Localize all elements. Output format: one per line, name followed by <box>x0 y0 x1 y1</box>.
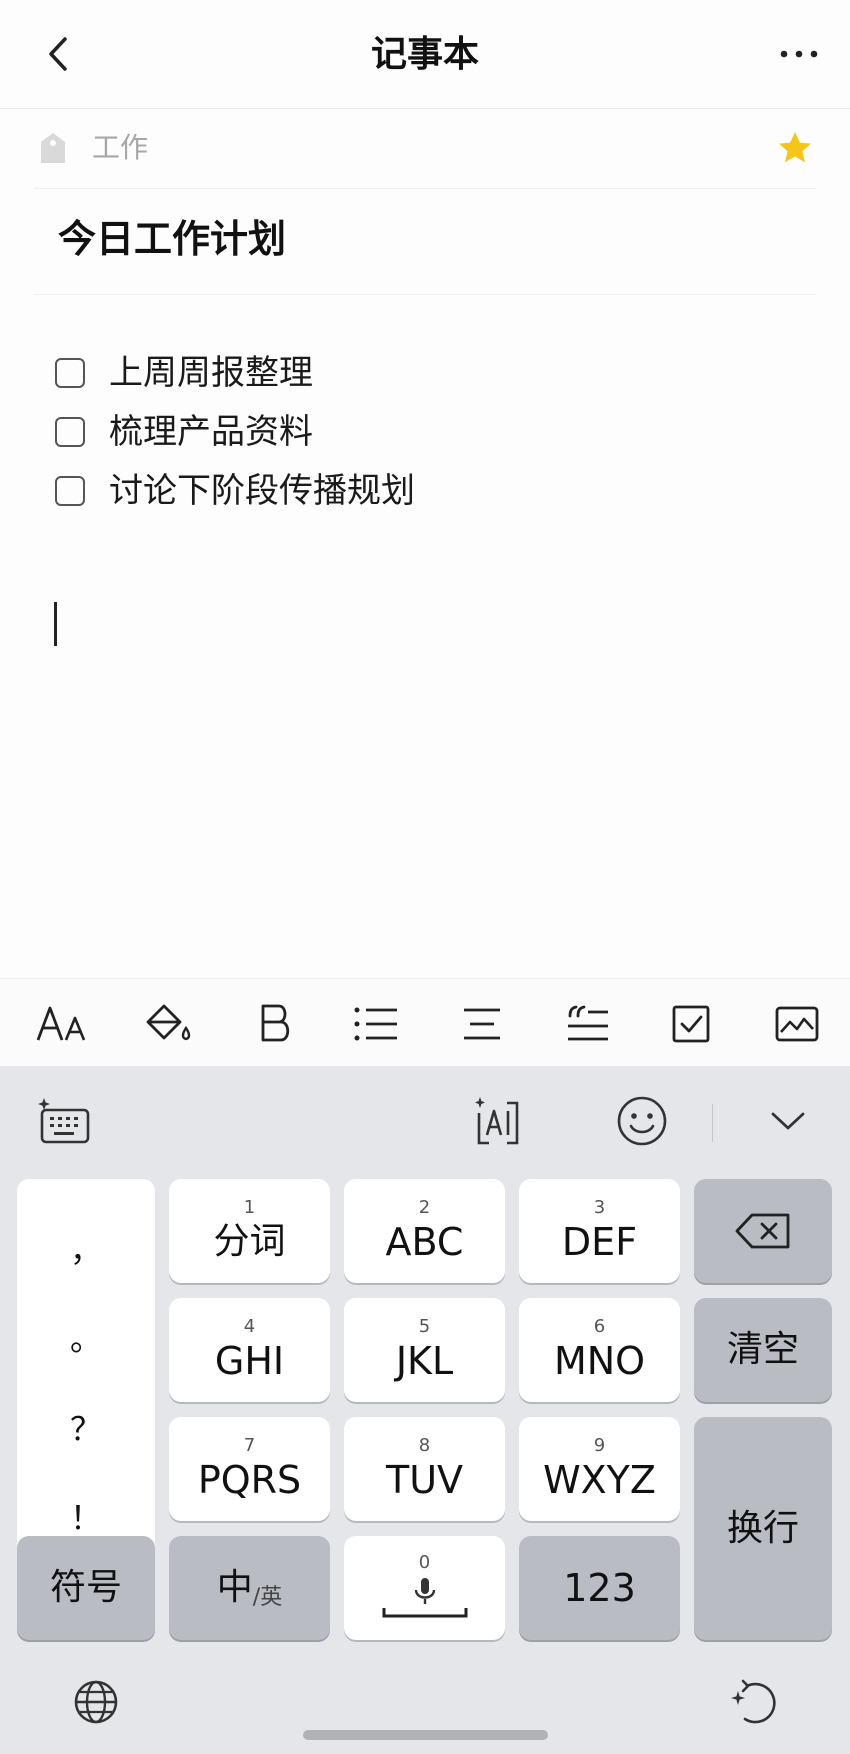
keyboard-sparkle-icon <box>38 1098 90 1144</box>
hide-keyboard-button[interactable] <box>758 1091 818 1151</box>
microphone-icon <box>382 1578 467 1618</box>
emoji-button[interactable] <box>612 1091 672 1151</box>
todo-item[interactable]: 上周周报整理 <box>55 348 755 398</box>
quote-icon <box>568 1005 608 1041</box>
font-size-icon <box>36 1006 86 1041</box>
clear-key[interactable]: 清空 <box>694 1298 832 1402</box>
image-icon <box>775 1006 819 1042</box>
page-title: 记事本 <box>370 34 479 75</box>
todo-item[interactable]: 讨论下阶段传播规划 <box>55 466 755 516</box>
key-1[interactable]: 1 分词 <box>169 1179 330 1283</box>
format-toolbar <box>0 978 850 1067</box>
ai-writing-button[interactable] <box>468 1091 528 1151</box>
align-button[interactable] <box>455 997 509 1051</box>
chevron-left-icon <box>49 37 67 71</box>
keyboard-settings-button[interactable] <box>34 1091 94 1151</box>
checkbox-icon <box>672 1005 710 1043</box>
fill-color-icon <box>146 1004 191 1041</box>
more-button[interactable] <box>772 30 826 78</box>
numbers-key[interactable]: 123 <box>519 1536 680 1640</box>
backspace-icon <box>735 1213 790 1249</box>
keyboard: ， 。 ？ ！ 1 分词 2 ABC 3 DEF 4 GHI 5 JKL 6 M… <box>0 1066 850 1754</box>
title-divider <box>34 294 816 295</box>
key-2[interactable]: 2 ABC <box>344 1179 505 1283</box>
key-6[interactable]: 6 MNO <box>519 1298 680 1402</box>
star-icon[interactable] <box>777 130 813 166</box>
globe-icon <box>74 1680 118 1724</box>
emoji-icon <box>617 1096 667 1146</box>
todo-label[interactable]: 上周周报整理 <box>109 348 313 398</box>
checkbox[interactable] <box>55 417 85 447</box>
align-icon <box>464 1008 500 1040</box>
checkbox[interactable] <box>55 358 85 388</box>
quote-button[interactable] <box>560 997 614 1051</box>
punctuation-column[interactable]: ， 。 ？ ！ <box>17 1179 155 1589</box>
nav-bar: 记事本 <box>0 0 850 109</box>
key-9[interactable]: 9 WXYZ <box>519 1417 680 1521</box>
key-3[interactable]: 3 DEF <box>519 1179 680 1283</box>
key-7[interactable]: 7 PQRS <box>169 1417 330 1521</box>
bullet-list-button[interactable] <box>349 997 403 1051</box>
todo-label[interactable]: 梳理产品资料 <box>109 407 313 457</box>
space-key[interactable]: 0 <box>344 1536 505 1640</box>
image-button[interactable] <box>770 997 824 1051</box>
back-button[interactable] <box>34 30 82 78</box>
checkbox[interactable] <box>55 476 85 506</box>
language-button[interactable] <box>70 1676 122 1728</box>
bold-icon <box>261 1004 290 1042</box>
todo-label[interactable]: 讨论下阶段传播规划 <box>109 466 415 516</box>
exclaim-key[interactable]: ！ <box>70 1498 102 1538</box>
key-5[interactable]: 5 JKL <box>344 1298 505 1402</box>
text-cursor <box>54 602 57 646</box>
note-title[interactable]: 今日工作计划 <box>58 212 286 266</box>
enter-key[interactable]: 换行 <box>694 1417 832 1640</box>
toolbar-divider <box>712 1104 713 1142</box>
ai-icon <box>475 1097 519 1145</box>
more-icon <box>780 50 818 58</box>
key-4[interactable]: 4 GHI <box>169 1298 330 1402</box>
comma-key[interactable]: ， <box>70 1230 102 1270</box>
bullet-list-icon <box>354 1007 397 1041</box>
category-row: 工作 <box>34 118 816 189</box>
font-size-button[interactable] <box>36 997 90 1051</box>
period-key[interactable]: 。 <box>70 1319 102 1359</box>
symbol-key[interactable]: 符号 <box>17 1536 155 1640</box>
fill-color-button[interactable] <box>142 997 196 1051</box>
home-indicator[interactable] <box>303 1730 548 1740</box>
bold-button[interactable] <box>248 997 302 1051</box>
backspace-key[interactable] <box>694 1179 832 1283</box>
language-toggle-key[interactable]: 中 /英 <box>169 1536 330 1640</box>
chevron-down-icon <box>771 1112 805 1130</box>
sparkle-refresh-icon <box>731 1679 776 1724</box>
checklist-button[interactable] <box>664 997 718 1051</box>
ai-rewrite-button[interactable] <box>726 1674 782 1730</box>
category-label[interactable]: 工作 <box>92 128 148 168</box>
todo-item[interactable]: 梳理产品资料 <box>55 407 755 457</box>
tag-icon[interactable] <box>40 132 66 164</box>
keyboard-toolbar <box>0 1066 850 1176</box>
key-8[interactable]: 8 TUV <box>344 1417 505 1521</box>
question-key[interactable]: ？ <box>70 1409 102 1449</box>
